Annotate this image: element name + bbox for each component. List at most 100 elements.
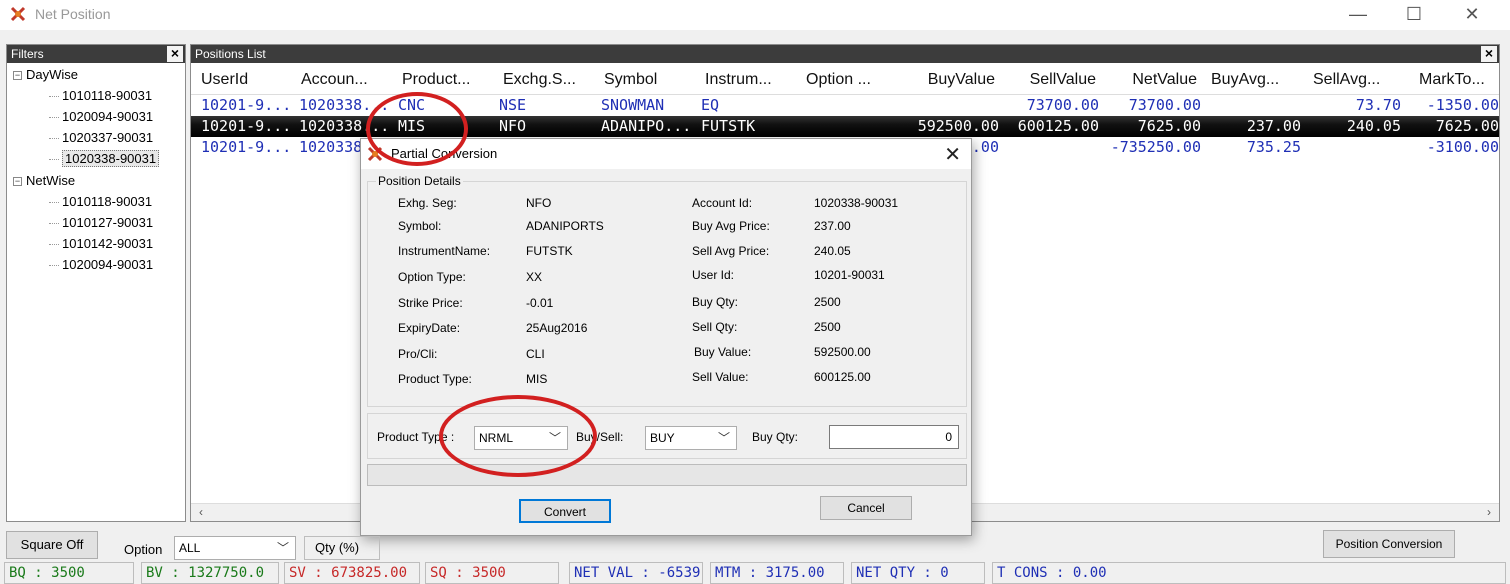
- window-title: Net Position: [35, 6, 111, 22]
- tree-leaf[interactable]: 1020337-90031: [49, 128, 153, 148]
- status-net-qty: NET QTY : 0: [851, 562, 985, 584]
- close-window-button[interactable]: ✕: [1450, 2, 1494, 28]
- partial-conversion-dialog: Partial Conversion ✕ Position Details Ex…: [360, 138, 972, 536]
- close-icon[interactable]: ×: [167, 46, 183, 62]
- tree-leaf[interactable]: 1020094-90031: [49, 107, 153, 127]
- status-mtm: MTM : 3175.00: [710, 562, 844, 584]
- positions-header: Positions List ×: [191, 45, 1499, 63]
- field-label: Buy Avg Price:: [692, 219, 770, 233]
- collapse-icon[interactable]: −: [13, 177, 22, 187]
- status-bv: BV : 1327750.0: [141, 562, 279, 584]
- tree-leaf[interactable]: 1010127-90031: [49, 213, 153, 233]
- collapse-icon[interactable]: −: [13, 71, 22, 81]
- position-conversion-button[interactable]: Position Conversion: [1323, 530, 1455, 558]
- field-value: CLI: [526, 347, 545, 361]
- field-label: Sell Value:: [692, 370, 749, 384]
- field-label: Sell Avg Price:: [692, 244, 770, 258]
- buy-qty-input[interactable]: 0: [829, 425, 959, 449]
- option-select[interactable]: ALL ﹀: [174, 536, 296, 560]
- field-value: ADANIPORTS: [526, 219, 604, 233]
- status-sv: SV : 673825.00: [284, 562, 420, 584]
- scroll-right-icon[interactable]: ›: [1481, 505, 1497, 521]
- field-label: Symbol:: [398, 219, 442, 233]
- field-label: Product Type:: [398, 372, 472, 386]
- column-header[interactable]: Symbol: [604, 71, 698, 89]
- chevron-down-icon: ﹀: [276, 541, 289, 555]
- field-value: FUTSTK: [526, 244, 573, 258]
- field-value: 2500: [814, 295, 841, 309]
- field-value: 592500.00: [814, 345, 871, 359]
- option-label: Option: [124, 542, 163, 557]
- column-header[interactable]: Exchg.S...: [503, 71, 597, 89]
- group-label: Position Details: [376, 174, 463, 188]
- field-value: 1020338-90031: [814, 196, 899, 210]
- title-bar: Net Position — ☐ ✕: [0, 0, 1510, 30]
- field-value: 25Aug2016: [526, 321, 588, 335]
- field-value: 600125.00: [814, 370, 871, 384]
- tree-leaf[interactable]: 1010118-90031: [49, 86, 152, 106]
- tree-node-label: DayWise: [26, 67, 79, 82]
- column-header[interactable]: Option ...: [806, 71, 900, 89]
- filters-header-label: Filters: [11, 47, 44, 61]
- column-header[interactable]: BuyAvg...: [1211, 71, 1303, 89]
- highlight-ellipse: [439, 395, 597, 477]
- filters-panel: Filters × − DayWise 1010118-90031 1020094…: [6, 44, 186, 522]
- field-label: Pro/Cli:: [398, 347, 438, 361]
- tree-leaf[interactable]: 1010142-90031: [49, 234, 153, 254]
- scroll-left-icon[interactable]: ‹: [193, 505, 209, 521]
- field-value: 2500: [814, 320, 841, 334]
- field-value: MIS: [526, 372, 548, 386]
- field-label: Strike Price:: [398, 296, 463, 310]
- maximize-button[interactable]: ☐: [1392, 2, 1436, 28]
- field-value: 240.05: [814, 244, 851, 258]
- field-label: Sell Qty:: [692, 320, 738, 334]
- tree-leaf[interactable]: 1020094-90031: [49, 255, 153, 275]
- column-header[interactable]: SellValue: [1004, 71, 1096, 89]
- field-label: InstrumentName:: [398, 244, 491, 258]
- field-value: XX: [526, 270, 543, 284]
- highlight-ellipse: [366, 92, 468, 166]
- field-label: User Id:: [692, 268, 735, 282]
- convert-button[interactable]: Convert: [519, 499, 611, 523]
- field-value: NFO: [526, 196, 552, 210]
- chevron-down-icon: ﹀: [717, 431, 730, 445]
- positions-header-label: Positions List: [195, 47, 266, 61]
- tree-node-daywise[interactable]: − DayWise: [13, 65, 78, 85]
- column-header[interactable]: Instrum...: [705, 71, 799, 89]
- tree-node-label: NetWise: [26, 173, 76, 188]
- square-off-button[interactable]: Square Off: [6, 531, 98, 559]
- column-header[interactable]: Accoun...: [301, 71, 395, 89]
- field-label: Buy Value:: [694, 345, 752, 359]
- field-label: Account Id:: [692, 196, 753, 210]
- status-bq: BQ : 3500: [4, 562, 134, 584]
- field-label: ExpiryDate:: [398, 321, 461, 335]
- field-value: 237.00: [814, 219, 851, 233]
- column-header[interactable]: BuyValue: [903, 71, 995, 89]
- progress-bar: [367, 464, 967, 486]
- field-label: Buy Qty:: [692, 295, 739, 309]
- buy-qty-label: Buy Qty:: [752, 430, 799, 444]
- minimize-button[interactable]: —: [1336, 2, 1380, 28]
- column-header[interactable]: UserId: [201, 71, 293, 89]
- column-header[interactable]: NetValue: [1105, 71, 1197, 89]
- column-header[interactable]: MarkTo...: [1419, 71, 1499, 89]
- position-details-group: Position Details Exhg. Seg: NFO Symbol: …: [367, 174, 967, 407]
- app-icon: [10, 6, 26, 22]
- close-icon[interactable]: ✕: [944, 142, 961, 167]
- status-sq: SQ : 3500: [425, 562, 559, 584]
- grid-header: UserId Accoun... Product... Exchg.S... S…: [191, 65, 1499, 95]
- field-value: 10201-90031: [814, 268, 885, 282]
- close-icon[interactable]: ×: [1481, 46, 1497, 62]
- field-label: Option Type:: [398, 270, 466, 284]
- column-header[interactable]: SellAvg...: [1313, 71, 1405, 89]
- status-net-val: NET VAL : -6539: [569, 562, 703, 584]
- qty-percent-label: Qty (%): [304, 536, 380, 560]
- tree-leaf[interactable]: 1010118-90031: [49, 192, 152, 212]
- filters-header: Filters ×: [7, 45, 185, 63]
- tree-leaf-selected[interactable]: 1020338-90031: [49, 149, 160, 169]
- column-header[interactable]: Product...: [402, 71, 496, 89]
- status-t-cons: T CONS : 0.00: [992, 562, 1506, 584]
- cancel-button[interactable]: Cancel: [820, 496, 912, 520]
- tree-node-netwise[interactable]: − NetWise: [13, 171, 75, 191]
- buy-sell-select[interactable]: BUY ﹀: [645, 426, 737, 450]
